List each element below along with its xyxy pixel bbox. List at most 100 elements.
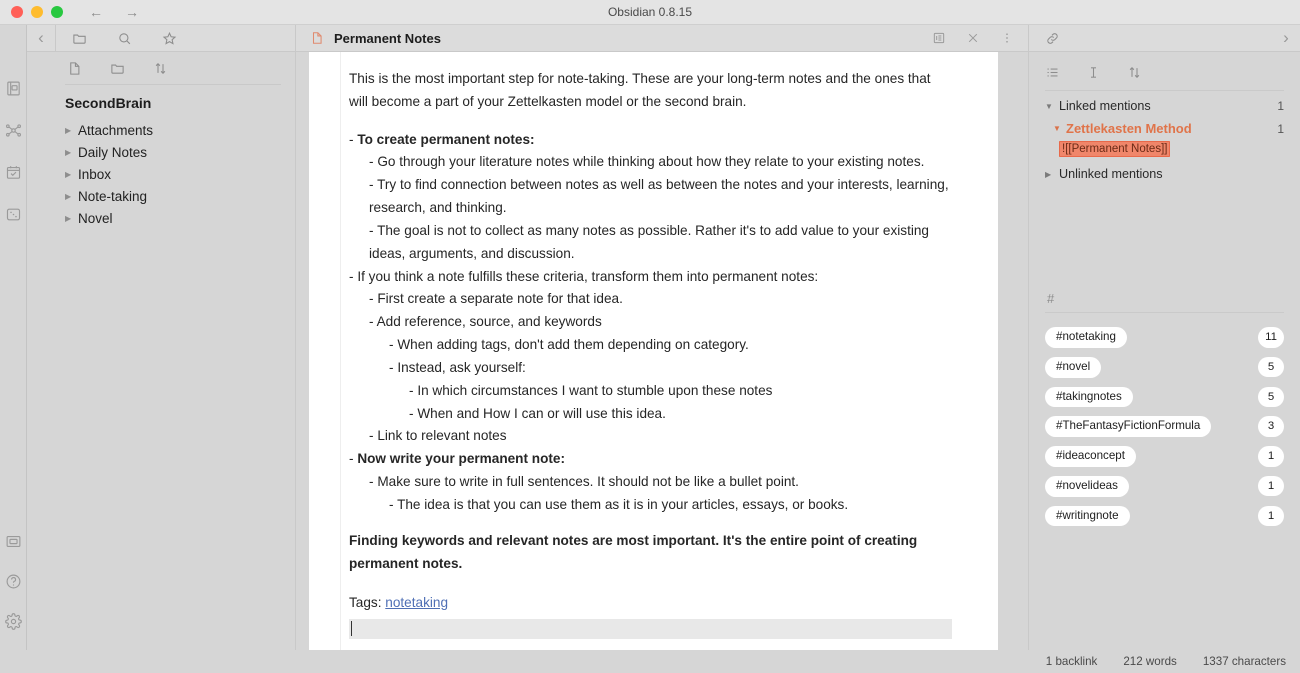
tag-row[interactable]: #TheFantasyFictionFormula 3 <box>1045 416 1284 437</box>
tag-label[interactable]: #notetaking <box>1045 327 1127 348</box>
note-content[interactable]: This is the most important step for note… <box>341 52 998 650</box>
note-bullet-text: Now write your permanent note: <box>357 451 566 467</box>
tree-folder-daily-notes[interactable]: ▶ Daily Notes <box>65 141 295 163</box>
note-closing-paragraph: Finding keywords and relevant notes are … <box>349 532 918 571</box>
unlinked-mentions-header[interactable]: ▶ Unlinked mentions <box>1029 159 1300 187</box>
linked-mentions-label: Linked mentions <box>1059 99 1151 113</box>
note-bullet-text: Instead, ask yourself: <box>397 359 526 375</box>
new-folder-icon[interactable] <box>110 61 125 76</box>
note-bullet-text: Make sure to write in full sentences. It… <box>377 474 799 490</box>
note-bullet: - To create permanent notes: <box>349 131 535 147</box>
tag-label[interactable]: #ideaconcept <box>1045 446 1136 467</box>
right-sidebar: › ▼ Linked mentions 1 ▼ Zettlekasten Met… <box>1028 25 1300 650</box>
tag-row[interactable]: #takingnotes 5 <box>1045 386 1284 408</box>
tree-folder-attachments[interactable]: ▶ Attachments <box>65 119 295 141</box>
chevron-right-icon[interactable]: ▶ <box>1045 170 1059 179</box>
tree-folder-label: Note-taking <box>78 188 148 204</box>
forward-arrow-icon[interactable]: → <box>125 5 139 19</box>
chevron-down-icon[interactable]: ▼ <box>1053 124 1066 133</box>
chevron-right-icon[interactable]: ▶ <box>65 126 78 135</box>
status-word-count[interactable]: 212 words <box>1123 655 1177 668</box>
graph-view-icon[interactable] <box>2 119 24 141</box>
tree-folder-inbox[interactable]: ▶ Inbox <box>65 163 295 185</box>
tree-folder-label: Novel <box>78 210 113 226</box>
tag-row[interactable]: #novelideas 1 <box>1045 475 1284 497</box>
editor-body: This is the most important step for note… <box>295 52 1028 650</box>
reading-view-icon[interactable] <box>932 31 946 45</box>
note-bullet: - First create a separate note for that … <box>369 291 623 307</box>
sort-icon[interactable] <box>1127 65 1142 80</box>
maximize-window-button[interactable] <box>51 6 63 18</box>
backlinks-tab[interactable] <box>1029 31 1060 46</box>
note-bullet: - Try to find connection between notes a… <box>369 177 949 216</box>
vertical-dots-icon[interactable] <box>1000 31 1014 45</box>
starred-tab[interactable] <box>162 31 177 46</box>
file-tree: ▶ Attachments ▶ Daily Notes ▶ Inbox ▶ No… <box>27 119 295 229</box>
chevron-right-icon[interactable]: ▶ <box>65 148 78 157</box>
linked-mentions-header[interactable]: ▼ Linked mentions 1 <box>1029 91 1300 119</box>
chevron-down-icon[interactable]: ▼ <box>1045 102 1059 111</box>
note-intro-paragraph: This is the most important step for note… <box>349 71 931 109</box>
tag-row[interactable]: #writingnote 1 <box>1045 505 1284 527</box>
editor-surface[interactable]: This is the most important step for note… <box>309 52 998 650</box>
tag-label[interactable]: #novel <box>1045 356 1102 378</box>
chevron-right-icon[interactable]: ▶ <box>65 170 78 179</box>
traffic-lights <box>0 6 63 18</box>
close-window-button[interactable] <box>11 6 23 18</box>
backlink-file-row[interactable]: ▼ Zettlekasten Method 1 <box>1029 119 1300 138</box>
active-line-highlight[interactable] <box>349 619 952 640</box>
status-backlinks[interactable]: 1 backlink <box>1046 655 1098 668</box>
collapse-list-icon[interactable] <box>1045 65 1060 80</box>
tag-label[interactable]: #novelideas <box>1045 475 1129 497</box>
tree-folder-note-taking[interactable]: ▶ Note-taking <box>65 185 295 207</box>
note-bullet: - When adding tags, don't add them depen… <box>389 337 749 353</box>
editor-pane: Permanent Notes This is the most importa… <box>295 25 1028 650</box>
hash-icon[interactable]: # <box>1029 291 1300 306</box>
minimize-window-button[interactable] <box>31 6 43 18</box>
back-arrow-icon[interactable]: ← <box>89 5 103 19</box>
backlink-file-name[interactable]: Zettlekasten Method <box>1066 121 1192 136</box>
close-icon[interactable] <box>966 31 980 45</box>
tag-row[interactable]: #novel 5 <box>1045 356 1284 378</box>
tree-folder-label: Inbox <box>78 166 112 182</box>
daily-note-icon[interactable] <box>2 161 24 183</box>
tag-link-notetaking[interactable]: notetaking <box>385 595 448 610</box>
status-character-count[interactable]: 1337 characters <box>1203 655 1286 668</box>
editor-right-gutter <box>998 52 1028 650</box>
random-note-icon[interactable] <box>2 203 24 225</box>
tree-folder-novel[interactable]: ▶ Novel <box>65 207 295 229</box>
status-bar: 1 backlink 212 words 1337 characters <box>0 650 1300 673</box>
window-title: Obsidian 0.8.15 <box>607 5 693 19</box>
title-bar: ← → Obsidian 0.8.15 <box>0 0 1300 25</box>
new-note-icon[interactable] <box>67 61 82 76</box>
text-cursor-icon[interactable] <box>1086 65 1101 80</box>
help-icon[interactable] <box>2 570 24 592</box>
tag-label[interactable]: #TheFantasyFictionFormula <box>1045 416 1212 437</box>
note-bullet-text: Add reference, source, and keywords <box>376 314 602 330</box>
chevron-right-icon[interactable]: ▶ <box>65 214 78 223</box>
note-bullet-text: To create permanent notes: <box>357 131 535 147</box>
note-bullet: - Link to relevant notes <box>369 428 507 444</box>
note-bullet-text: If you think a note fulfills these crite… <box>357 268 819 284</box>
expand-sidebar-button[interactable]: › <box>1272 28 1300 48</box>
sort-icon[interactable] <box>153 61 168 76</box>
search-tab[interactable] <box>117 31 132 46</box>
backlink-file-count: 1 <box>1277 121 1284 136</box>
open-vault-icon[interactable] <box>2 77 24 99</box>
note-bullet: - The idea is that you can use them as i… <box>389 496 849 512</box>
note-bullet: - If you think a note fulfills these cri… <box>349 268 819 284</box>
chevron-right-icon[interactable]: ▶ <box>65 192 78 201</box>
collapse-sidebar-button[interactable]: ‹ <box>27 28 55 48</box>
slides-icon[interactable] <box>2 530 24 552</box>
file-explorer-tab[interactable] <box>72 31 87 46</box>
tag-row[interactable]: #notetaking 11 <box>1045 327 1284 348</box>
backlink-excerpt-row[interactable]: ![[Permanent Notes]] <box>1029 138 1300 159</box>
settings-icon[interactable] <box>2 610 24 632</box>
tree-folder-label: Attachments <box>78 122 154 138</box>
tag-label[interactable]: #takingnotes <box>1045 386 1133 408</box>
tag-count: 1 <box>1258 446 1284 467</box>
tag-label[interactable]: #writingnote <box>1045 505 1130 527</box>
tag-row[interactable]: #ideaconcept 1 <box>1045 446 1284 467</box>
